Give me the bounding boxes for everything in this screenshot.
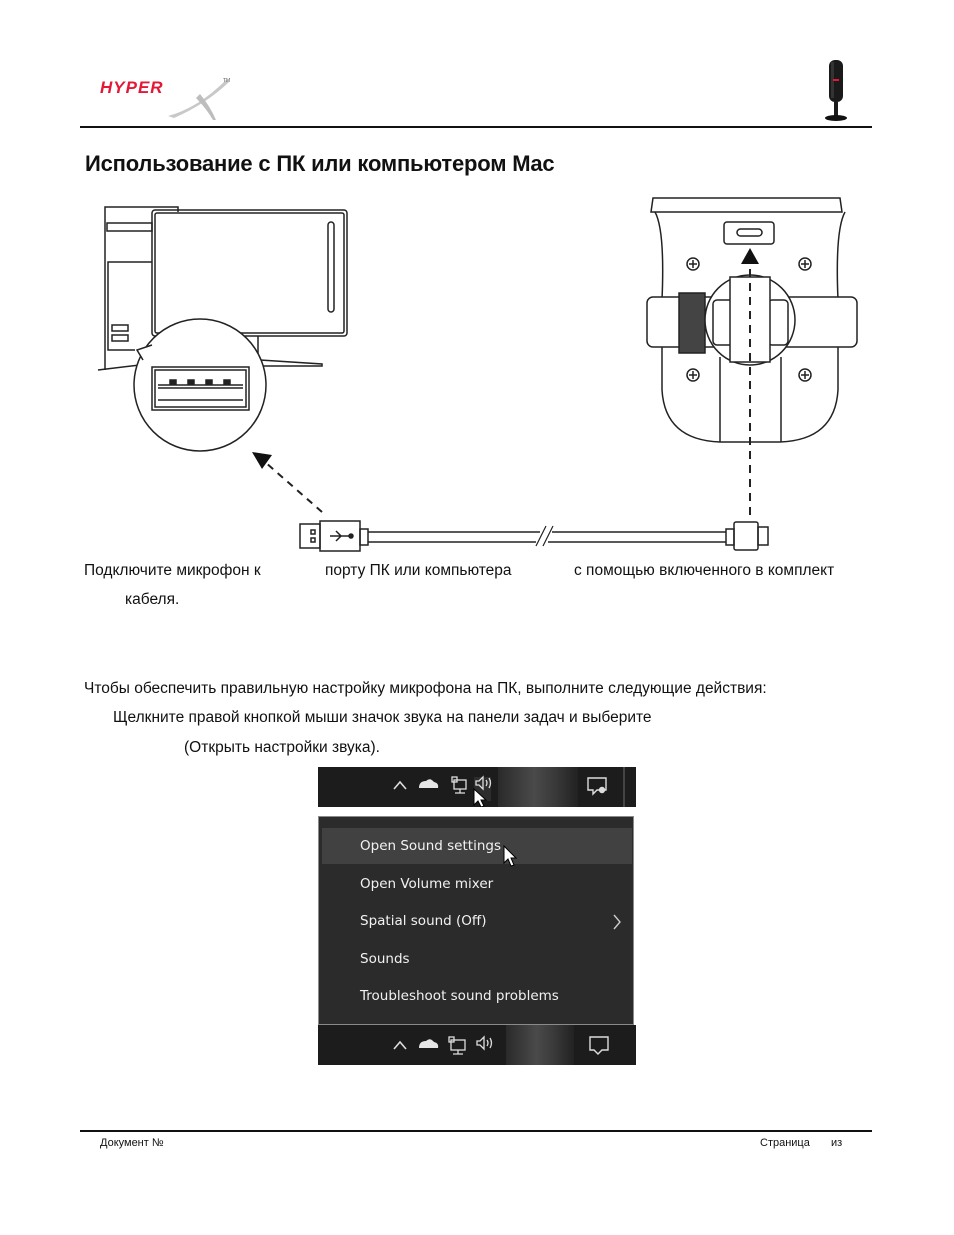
- connect-text-part2: порту ПК или компьютера: [325, 562, 512, 579]
- action-center-icon: [587, 777, 607, 796]
- chevron-up-icon: [393, 1040, 407, 1050]
- microphone-base-illustration: [646, 197, 858, 443]
- svg-text:TM: TM: [223, 78, 230, 84]
- network-icon: [448, 1036, 466, 1055]
- onedrive-cloud-icon: [419, 779, 439, 788]
- network-icon: [451, 776, 467, 794]
- chevron-up-icon: [393, 780, 407, 790]
- chevron-right-icon: [613, 914, 621, 930]
- page-of-label: из: [831, 1137, 843, 1149]
- connection-diagram: [90, 195, 870, 555]
- menu-item-sounds[interactable]: Sounds: [322, 941, 632, 977]
- menu-item-label: Open Sound settings: [360, 838, 501, 854]
- header-rule: [80, 126, 872, 128]
- microphone-icon: [822, 58, 850, 123]
- menu-item-label: Spatial sound (Off): [360, 913, 487, 929]
- volume-icon: [476, 1035, 493, 1051]
- page-label: Страница: [760, 1137, 810, 1149]
- connect-text-part3: с помощью включенного в комплект: [574, 562, 835, 579]
- step1-text-cont: (Открыть настройки звука).: [184, 739, 380, 756]
- footer-rule: [80, 1130, 872, 1132]
- onedrive-cloud-icon: [419, 1039, 439, 1048]
- taskbar-bottom: [318, 1025, 636, 1065]
- setup-intro-text: Чтобы обеспечить правильную настройку ми…: [84, 680, 767, 697]
- mouse-cursor-icon: [503, 845, 518, 867]
- svg-text:HYPER: HYPER: [100, 78, 164, 97]
- document-number-label: Документ №: [100, 1137, 164, 1149]
- menu-item-label: Troubleshoot sound problems: [360, 988, 559, 1004]
- menu-item-label: Open Volume mixer: [360, 876, 494, 892]
- page-title: Использование с ПК или компьютером Mac: [85, 151, 555, 176]
- connect-text-part1: Подключите микрофон к: [84, 562, 261, 579]
- connect-text-part4: кабеля.: [125, 591, 180, 608]
- menu-item-troubleshoot[interactable]: Troubleshoot sound problems: [322, 978, 632, 1014]
- menu-item-open-sound-settings[interactable]: Open Sound settings: [322, 828, 632, 864]
- taskbar-top: [318, 767, 636, 807]
- usb-port-zoom: [133, 318, 267, 452]
- menu-item-label: Sounds: [360, 951, 410, 967]
- sound-context-menu: Open Sound settings Open Volume mixer Sp…: [318, 816, 634, 1025]
- menu-item-open-volume-mixer[interactable]: Open Volume mixer: [322, 866, 632, 902]
- menu-item-spatial-sound[interactable]: Spatial sound (Off): [322, 903, 632, 939]
- hyperx-logo: HYPER TM: [98, 72, 233, 122]
- usb-cable-illustration: [299, 520, 769, 552]
- action-center-icon: [589, 1036, 609, 1055]
- step1-text: Щелкните правой кнопкой мыши значок звук…: [113, 709, 652, 726]
